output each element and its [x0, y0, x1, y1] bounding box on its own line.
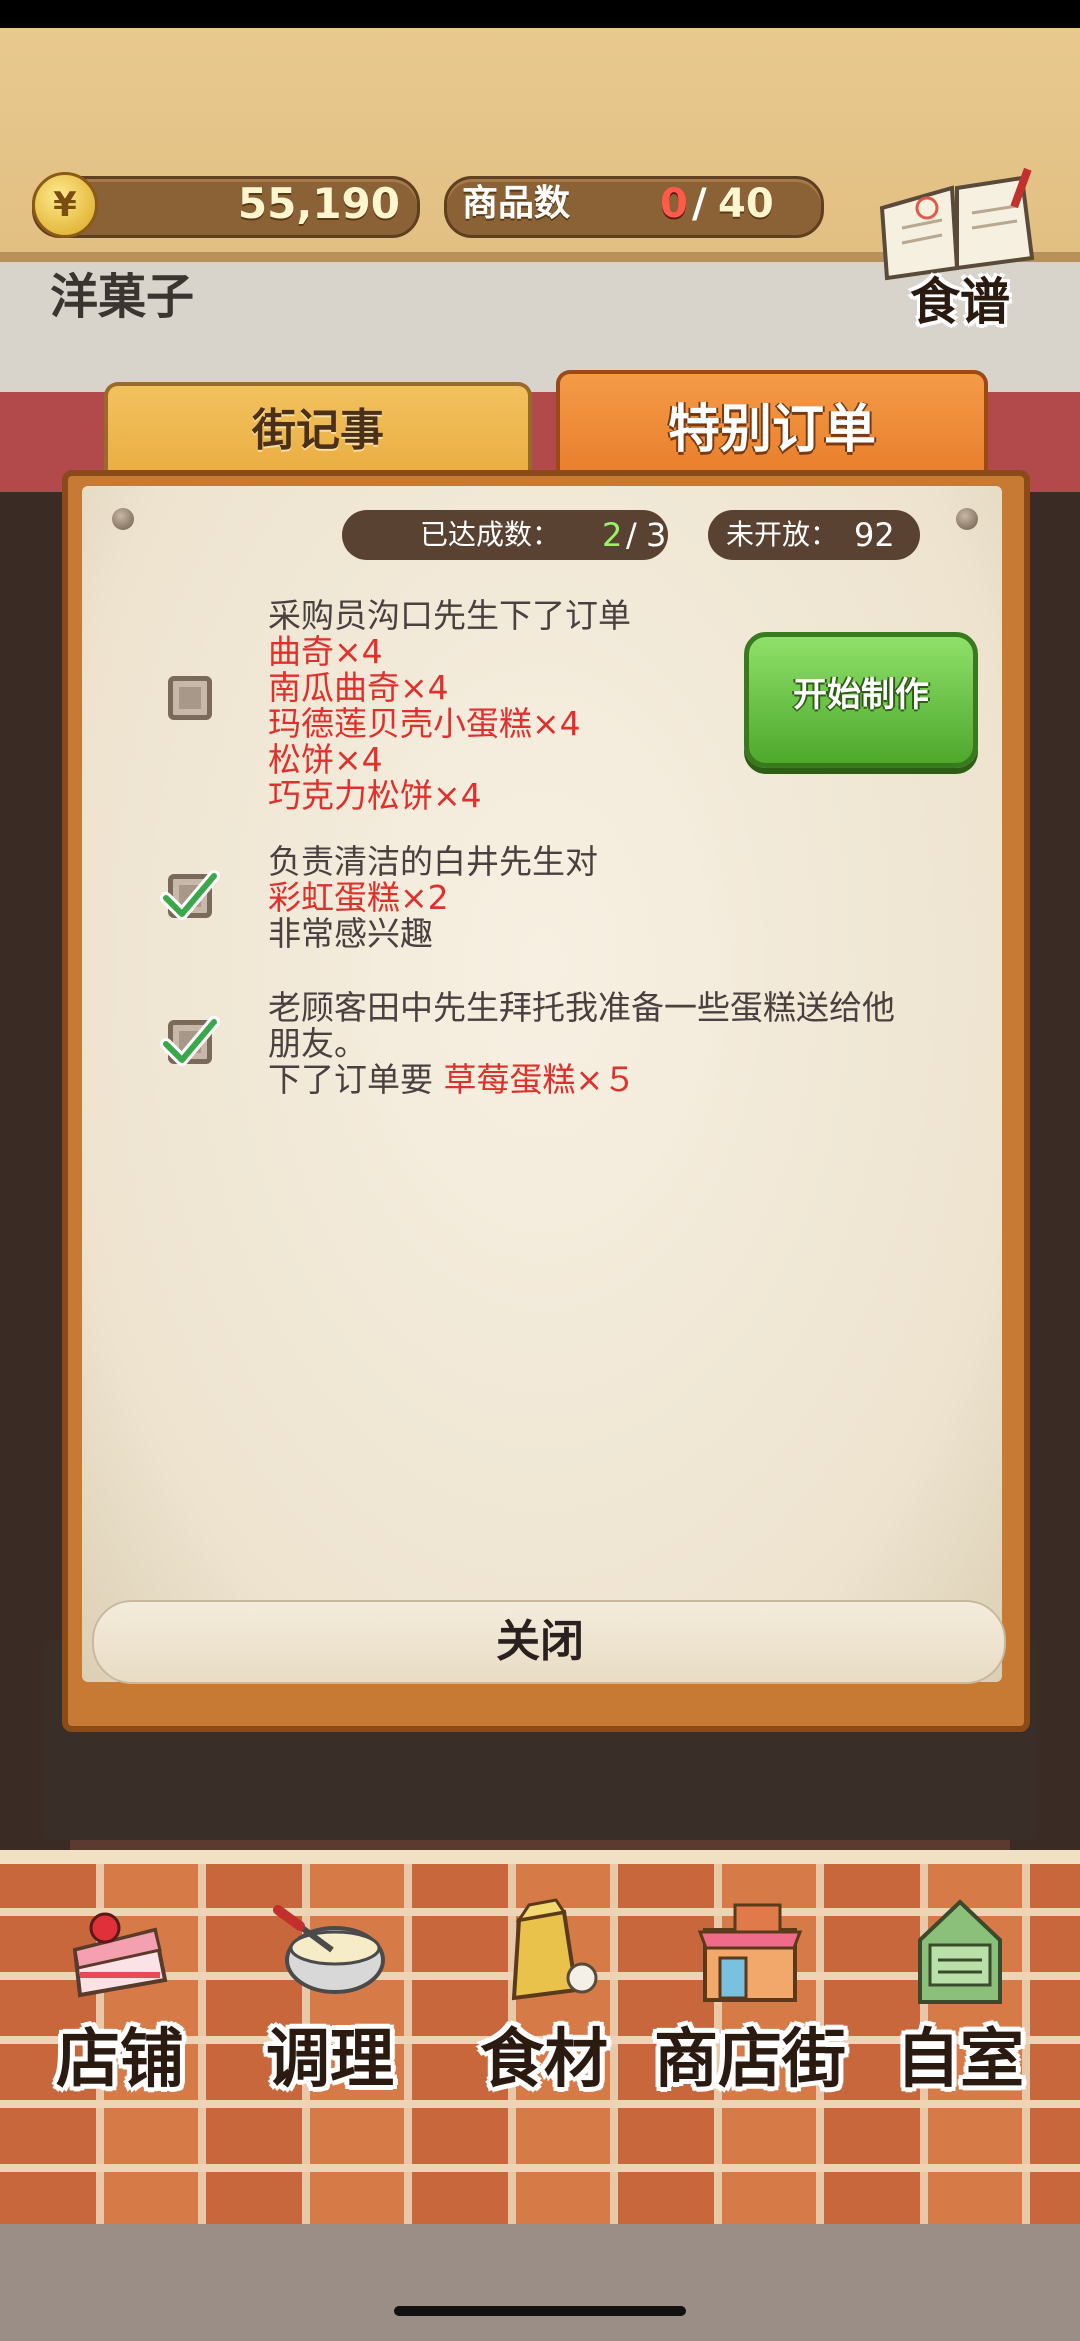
pin-icon — [112, 508, 134, 530]
order-1-intro: 采购员沟口先生下了订单 — [268, 596, 631, 635]
status-bar — [0, 0, 1080, 28]
order-2-outro: 非常感兴趣 — [268, 914, 433, 953]
home-bar-area — [0, 2224, 1080, 2341]
nav-cooking-label: 调理 — [266, 2023, 394, 2097]
staff-door-icon — [918, 1899, 1002, 2004]
order-1-item: 玛德莲贝壳小蛋糕×4 — [268, 704, 581, 743]
order-3-prefix: 下了订单要 — [268, 1060, 433, 1099]
order-1-checkbox[interactable] — [168, 676, 212, 720]
order-1-item: 松饼×4 — [268, 740, 383, 779]
order-2-item: 彩虹蛋糕×2 — [268, 878, 449, 917]
nav-shop-label: 店铺 — [56, 2023, 184, 2097]
nav-shop[interactable]: 店铺 — [20, 1880, 220, 2100]
order-3-intro: 老顾客田中先生拜托我准备一些蛋糕送给他 — [268, 988, 895, 1027]
order-1-item: 曲奇×4 — [268, 632, 383, 671]
nav-ingredients-label: 食材 — [480, 2023, 608, 2097]
order-1: 采购员沟口先生下了订单 曲奇×4 南瓜曲奇×4 玛德莲贝壳小蛋糕×4 松饼×4 … — [268, 598, 631, 814]
store-sign: 洋菓子 — [50, 269, 195, 325]
start-making-button[interactable]: 开始制作 — [744, 632, 978, 768]
order-1-item: 巧克力松饼×4 — [268, 776, 482, 815]
checkmark-icon — [160, 1016, 220, 1066]
close-button[interactable]: 关闭 — [440, 1612, 640, 1672]
order-3: 老顾客田中先生拜托我准备一些蛋糕送给他 朋友。 下了订单要 草莓蛋糕×５ — [268, 990, 895, 1098]
completed-total: 3 — [646, 516, 667, 554]
completed-label: 已达成数： — [420, 518, 561, 551]
order-2: 负责清洁的白井先生对 彩虹蛋糕×2 非常感兴趣 — [268, 844, 598, 952]
order-2-intro: 负责清洁的白井先生对 — [268, 842, 598, 881]
product-count-current: 0 — [660, 181, 688, 227]
completed-count: 2 — [602, 516, 623, 554]
nav-cooking[interactable]: 调理 — [230, 1880, 430, 2100]
money-value: 55,190 — [237, 179, 400, 228]
yen-coin-icon: ¥ — [32, 172, 98, 238]
nav-my-room-label: 自室 — [896, 2023, 1024, 2097]
cake-icon — [72, 1912, 168, 1998]
pin-icon — [956, 508, 978, 530]
nav-ingredients[interactable]: 食材 — [444, 1880, 644, 2100]
product-count-separator: / — [692, 181, 707, 227]
completed-separator: / — [626, 516, 637, 554]
order-1-item: 南瓜曲奇×4 — [268, 668, 449, 707]
home-indicator[interactable] — [394, 2306, 686, 2316]
recipe-label[interactable]: 食谱 — [870, 262, 1050, 334]
locked-label: 未开放： — [726, 518, 839, 551]
order-3-request: 下了订单要 草莓蛋糕×５ — [268, 1062, 895, 1098]
nav-my-room[interactable]: 自室 — [860, 1880, 1060, 2100]
bottom-nav-edge — [0, 1850, 1080, 1864]
order-3-item: 草莓蛋糕×５ — [443, 1060, 637, 1099]
nav-shopping-street[interactable]: 商店街 — [640, 1880, 860, 2100]
order-3-intro-continued: 朋友。 — [268, 1024, 367, 1063]
product-count-total: 40 — [718, 181, 774, 227]
locked-value: 92 — [854, 516, 895, 554]
product-count-label: 商品数 — [462, 183, 571, 224]
nav-shopping-street-label: 商店街 — [654, 2023, 846, 2097]
checkmark-icon — [160, 870, 220, 920]
mixing-bowl-icon — [273, 1905, 385, 1994]
shop-icon — [697, 1903, 803, 2002]
flour-bag-icon — [511, 1898, 598, 2001]
